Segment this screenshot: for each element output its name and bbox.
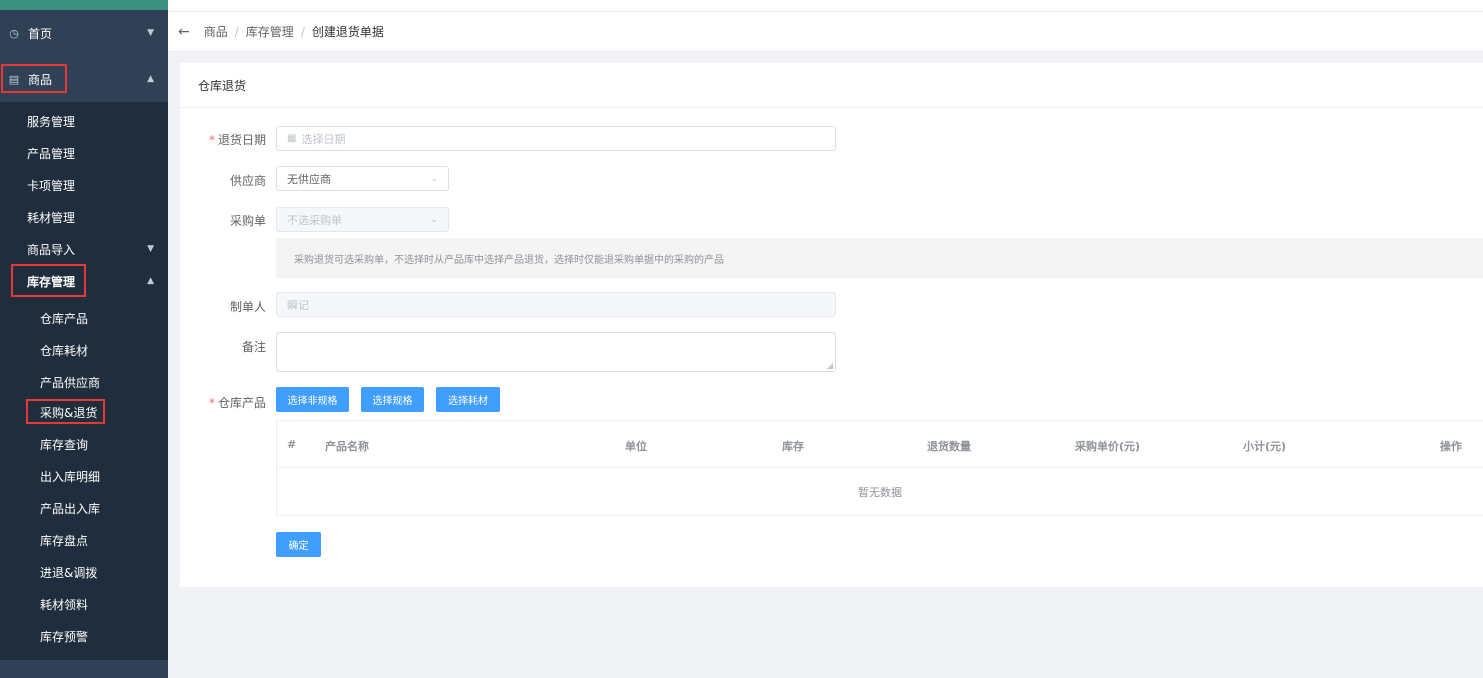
sidebar-item-warehouse-product[interactable]: 仓库产品 <box>0 302 168 334</box>
return-date-picker[interactable]: ▦ 选择日期 <box>276 126 836 151</box>
purchase-order-tip: 采购退货可选采购单，不选择时从产品库中选择产品退货，选择时仅能退采购单据中的采购… <box>276 238 1483 278</box>
calendar-icon: ▦ <box>287 133 297 144</box>
sidebar-top-bar <box>0 0 168 10</box>
sidebar-item-warehouse-consumable[interactable]: 仓库耗材 <box>0 334 168 366</box>
sidebar-item-stock-alert[interactable]: 库存预警 <box>0 620 168 652</box>
breadcrumb-item-current: 创建退货单据 <box>311 25 384 39</box>
column-unit: 单位 <box>625 440 647 453</box>
sidebar-item-home[interactable]: ◷ 首页 ▼ <box>0 10 168 56</box>
products-label: * 仓库产品 <box>208 396 266 410</box>
main-area: ← 商品 / 库存管理 / 创建退货单据 仓库退货 * 退货日期 ▦ 选择日期 供… <box>168 0 1483 678</box>
creator-label: 制单人 <box>229 300 266 314</box>
back-arrow-icon[interactable]: ← <box>178 24 190 40</box>
purchase-order-label: 采购单 <box>229 214 266 228</box>
top-strip <box>168 0 1483 12</box>
required-mark: * <box>208 133 215 147</box>
breadcrumb-separator: / <box>234 24 239 39</box>
remark-textarea[interactable]: ◢ <box>276 332 836 372</box>
column-unit-price: 采购单价(元) <box>1075 440 1141 453</box>
breadcrumb: ← 商品 / 库存管理 / 创建退货单据 <box>168 12 1483 52</box>
highlight-purchase-return <box>26 399 105 424</box>
return-date-label: * 退货日期 <box>208 133 266 147</box>
breadcrumb-item-goods[interactable]: 商品 <box>204 23 228 40</box>
breadcrumb-separator: / <box>300 24 305 39</box>
select-spec-button[interactable]: 选择规格 <box>361 387 424 412</box>
select-consumable-button[interactable]: 选择耗材 <box>436 387 500 412</box>
confirm-button[interactable]: 确定 <box>276 532 321 557</box>
column-index: # <box>287 438 297 451</box>
chevron-down-icon: ⌄ <box>430 214 438 225</box>
empty-state: 暂无数据 <box>858 486 902 499</box>
caret-down-icon: ▼ <box>147 28 154 38</box>
supplier-label: 供应商 <box>229 174 266 188</box>
column-return-qty: 退货数量 <box>927 440 971 453</box>
select-non-spec-button[interactable]: 选择非规格 <box>276 387 349 412</box>
sidebar-item-product[interactable]: 产品管理 <box>0 137 168 169</box>
caret-up-icon: ▲ <box>147 276 154 286</box>
sidebar-item-import[interactable]: 商品导入 ▼ <box>0 233 168 265</box>
sidebar-item-product-inout[interactable]: 产品出入库 <box>0 492 168 524</box>
creator-field: 瞬记 <box>276 292 836 317</box>
return-form-card: 仓库退货 * 退货日期 ▦ 选择日期 供应商 无供应商 ⌄ 采购单 不选采购单 ⌄… <box>180 63 1483 587</box>
column-subtotal: 小计(元) <box>1243 440 1287 453</box>
remark-label: 备注 <box>241 340 266 354</box>
sidebar-item-card[interactable]: 卡项管理 <box>0 169 168 201</box>
resize-handle-icon[interactable]: ◢ <box>827 361 833 370</box>
sidebar-item-consumable[interactable]: 耗材管理 <box>0 201 168 233</box>
dashboard-icon: ◷ <box>9 26 19 40</box>
column-stock: 库存 <box>782 440 804 453</box>
table-header: # 产品名称 单位 库存 退货数量 采购单价(元) 小计(元) 操作 <box>277 421 1483 468</box>
column-actions: 操作 <box>1440 440 1462 453</box>
sidebar-item-service[interactable]: 服务管理 <box>0 105 168 137</box>
caret-up-icon: ▲ <box>147 74 154 84</box>
sidebar-item-stocktake[interactable]: 库存盘点 <box>0 524 168 556</box>
card-title: 仓库退货 <box>180 63 1483 108</box>
sidebar-item-supplier[interactable]: 产品供应商 <box>0 366 168 398</box>
sidebar-item-requisition[interactable]: 耗材领料 <box>0 588 168 620</box>
highlight-goods <box>1 64 67 93</box>
sidebar: ◷ 首页 ▼ ▤ 商品 ▲ 服务管理 产品管理 卡项管理 耗材管理 商品导入 ▼ … <box>0 0 168 678</box>
column-product-name: 产品名称 <box>325 440 369 453</box>
chevron-down-icon: ⌄ <box>430 173 438 184</box>
purchase-order-select[interactable]: 不选采购单 ⌄ <box>276 207 449 232</box>
supplier-select[interactable]: 无供应商 ⌄ <box>276 166 449 191</box>
sidebar-item-stock-query[interactable]: 库存查询 <box>0 428 168 460</box>
sidebar-item-inout-detail[interactable]: 出入库明细 <box>0 460 168 492</box>
highlight-stock <box>11 264 86 297</box>
sidebar-bottom <box>0 660 168 678</box>
caret-down-icon: ▼ <box>147 244 154 254</box>
required-mark: * <box>208 396 215 410</box>
products-table: # 产品名称 单位 库存 退货数量 采购单价(元) 小计(元) 操作 暂无数据 <box>276 420 1483 516</box>
breadcrumb-item-stock[interactable]: 库存管理 <box>246 23 294 40</box>
sidebar-item-transfer[interactable]: 进退&调拨 <box>0 556 168 588</box>
